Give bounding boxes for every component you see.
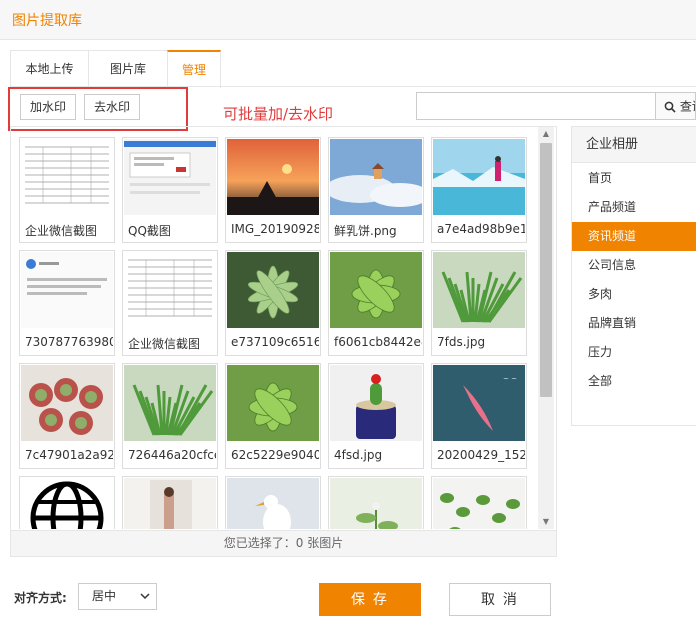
image-thumbnail xyxy=(21,139,113,215)
watermark-tip: 可批量加/去水印 xyxy=(223,105,334,123)
image-name: a7e4ad98b9e14 xyxy=(437,222,525,236)
album-item[interactable]: 公司信息 xyxy=(572,251,696,280)
image-card[interactable]: QQ截图 xyxy=(122,137,218,243)
chevron-down-icon xyxy=(140,584,150,619)
image-thumbnail: ~ ~ xyxy=(433,365,525,441)
scroll-down-arrow-icon[interactable]: ▼ xyxy=(538,515,554,529)
image-card[interactable]: 4fsd.jpg xyxy=(328,363,424,469)
dialog-title: 图片提取库 xyxy=(12,13,82,29)
search-button-label: 查询 xyxy=(679,99,695,114)
image-name: IMG_20190928_ xyxy=(231,222,319,236)
image-card[interactable]: 62c5229e9040f4 xyxy=(225,363,321,469)
image-card[interactable]: a7e4ad98b9e14 xyxy=(431,137,527,243)
album-header: 企业相册 xyxy=(572,127,696,163)
remove-watermark-button[interactable]: 去水印 xyxy=(84,94,141,120)
image-name: 73078776398031 xyxy=(25,335,113,349)
cancel-button[interactable]: 取 消 xyxy=(449,583,551,616)
album-item[interactable]: 资讯频道 xyxy=(572,222,696,251)
search-icon xyxy=(664,101,676,113)
image-card[interactable]: 企业微信截图 xyxy=(122,250,218,356)
image-thumbnail xyxy=(21,365,113,441)
image-thumbnail xyxy=(433,139,525,215)
align-select[interactable]: 居中 xyxy=(78,583,157,610)
album-item[interactable]: 首页 xyxy=(572,164,696,193)
album-item[interactable]: 产品频道 xyxy=(572,193,696,222)
image-card[interactable]: 7fds.jpg xyxy=(431,250,527,356)
svg-text:~ ~: ~ ~ xyxy=(503,375,517,383)
tab-manage[interactable]: 管理 xyxy=(167,50,221,88)
image-thumbnail xyxy=(330,252,422,328)
image-thumbnail xyxy=(433,478,525,529)
align-label: 对齐方式: xyxy=(14,591,67,605)
image-name: 7fds.jpg xyxy=(437,335,486,349)
image-card[interactable] xyxy=(19,476,115,529)
image-card[interactable]: IMG_20190928_ xyxy=(225,137,321,243)
image-thumbnail xyxy=(227,478,319,529)
image-thumbnail xyxy=(433,252,525,328)
save-button[interactable]: 保 存 xyxy=(319,583,421,616)
image-card[interactable]: 73078776398031 xyxy=(19,250,115,356)
image-thumbnail xyxy=(124,478,216,529)
image-thumbnail xyxy=(330,365,422,441)
image-card[interactable] xyxy=(431,476,527,529)
tab-image-library[interactable]: 图片库 xyxy=(88,50,168,87)
album-sidebar: 企业相册 首页 产品频道 资讯频道 公司信息 多肉 品牌直销 压力 全部 xyxy=(571,126,696,426)
image-thumbnail xyxy=(21,478,113,529)
album-item[interactable]: 全部 xyxy=(572,367,696,396)
image-thumbnail xyxy=(124,252,216,328)
scroll-up-arrow-icon[interactable]: ▲ xyxy=(538,127,554,141)
grid-scrollbar[interactable]: ▲ ▼ xyxy=(538,127,554,529)
album-item[interactable]: 品牌直销 xyxy=(572,309,696,338)
image-name: 62c5229e9040f4 xyxy=(231,448,319,462)
image-name: 鲜乳饼.png xyxy=(334,224,397,238)
image-name: 企业微信截图 xyxy=(25,224,98,238)
image-thumbnail xyxy=(330,478,422,529)
image-name: 7c47901a2a92ab xyxy=(25,448,113,462)
image-thumbnail xyxy=(124,365,216,441)
album-item[interactable]: 多肉 xyxy=(572,280,696,309)
image-name: QQ截图 xyxy=(128,224,171,238)
image-card[interactable] xyxy=(328,476,424,529)
image-card[interactable] xyxy=(122,476,218,529)
image-card[interactable]: f6061cb8442e80 xyxy=(328,250,424,356)
image-thumbnail xyxy=(330,139,422,215)
image-card[interactable]: ~ ~ 20200429_15284 xyxy=(431,363,527,469)
image-name: e737109c651689 xyxy=(231,335,319,349)
image-thumbnail xyxy=(227,252,319,328)
align-select-value: 居中 xyxy=(92,589,117,603)
image-card[interactable]: 726446a20cfcef7 xyxy=(122,363,218,469)
search-button[interactable]: 查询 xyxy=(656,92,696,120)
dialog-titlebar: 图片提取库 xyxy=(0,0,696,40)
tab-local-upload[interactable]: 本地上传 xyxy=(10,50,89,87)
image-card[interactable] xyxy=(225,476,321,529)
add-watermark-button[interactable]: 加水印 xyxy=(20,94,77,120)
image-card[interactable]: 鲜乳饼.png xyxy=(328,137,424,243)
image-name: 4fsd.jpg xyxy=(334,448,383,462)
image-name: 726446a20cfcef7 xyxy=(128,448,216,462)
selection-status: 您已选择了：0 张图片 xyxy=(10,531,557,557)
image-card[interactable]: 企业微信截图 xyxy=(19,137,115,243)
image-name: 20200429_15284 xyxy=(437,448,525,462)
album-item[interactable]: 压力 xyxy=(572,338,696,367)
image-name: 企业微信截图 xyxy=(128,337,201,351)
image-thumbnail xyxy=(227,365,319,441)
search-input[interactable] xyxy=(416,92,656,120)
scroll-thumb[interactable] xyxy=(540,143,552,397)
image-card[interactable]: e737109c651689 xyxy=(225,250,321,356)
image-thumbnail xyxy=(124,139,216,215)
image-thumbnail xyxy=(21,252,113,328)
image-thumbnail xyxy=(227,139,319,215)
image-grid: 企业微信截图 QQ截图 IMG_20190928_ 鲜乳饼.png a7e4ad98b9… xyxy=(11,127,538,529)
image-name: f6061cb8442e80 xyxy=(334,335,422,349)
image-card[interactable]: 7c47901a2a92ab xyxy=(19,363,115,469)
